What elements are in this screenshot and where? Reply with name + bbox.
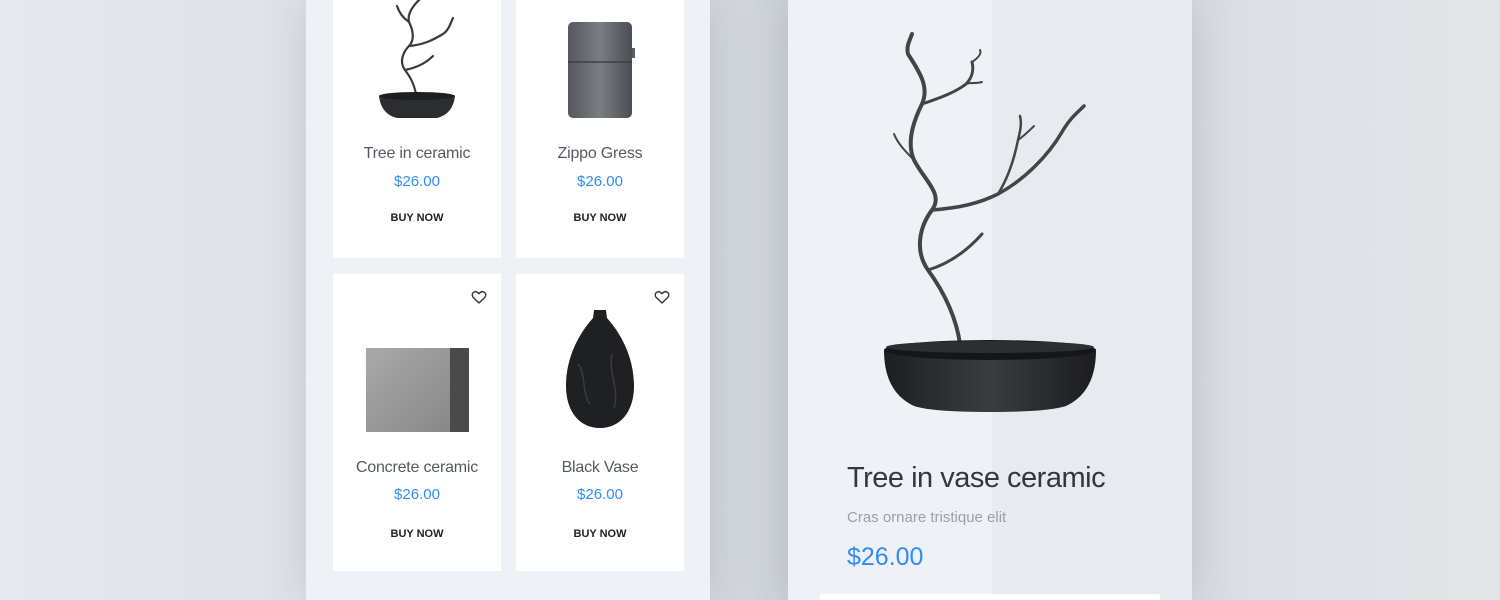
product-name: Concrete ceramic xyxy=(355,459,479,476)
product-price: $26.00 xyxy=(394,173,440,190)
product-price: $26.00 xyxy=(394,486,440,503)
black-vase-image xyxy=(566,310,634,428)
bottom-action-bar[interactable] xyxy=(820,594,1160,600)
buy-now-button[interactable]: BUY NOW xyxy=(516,528,684,540)
lighter-image xyxy=(568,22,635,118)
product-detail-screen: Tree in vase ceramic Cras ornare tristiq… xyxy=(788,0,1192,600)
buy-now-button[interactable]: BUY NOW xyxy=(333,528,501,540)
product-card[interactable]: Zippo Gress $26.00 BUY NOW xyxy=(516,0,684,258)
concrete-block-image xyxy=(366,348,469,432)
product-card[interactable]: Black Vase $26.00 BUY NOW xyxy=(516,274,684,571)
product-card[interactable]: Tree in ceramic $26.00 BUY NOW xyxy=(333,0,501,258)
product-name: Zippo Gress xyxy=(557,145,643,162)
tree-in-pot-image xyxy=(884,32,1096,412)
tree-in-pot-image xyxy=(379,0,455,118)
buy-now-button[interactable]: BUY NOW xyxy=(333,212,501,224)
product-name: Tree in ceramic xyxy=(363,145,471,162)
product-card[interactable]: Concrete ceramic $26.00 BUY NOW xyxy=(333,274,501,571)
product-detail-price: $26.00 xyxy=(847,543,924,571)
product-name: Black Vase xyxy=(561,459,639,476)
heart-icon[interactable] xyxy=(470,288,488,306)
product-detail-subtitle: Cras ornare tristique elit xyxy=(847,509,1007,526)
product-price: $26.00 xyxy=(577,486,623,503)
product-detail-title: Tree in vase ceramic xyxy=(847,462,1106,494)
buy-now-button[interactable]: BUY NOW xyxy=(516,212,684,224)
product-price: $26.00 xyxy=(577,173,623,190)
product-grid-screen: Tree in ceramic $26.00 BUY NOW Zippo Gre… xyxy=(306,0,710,600)
